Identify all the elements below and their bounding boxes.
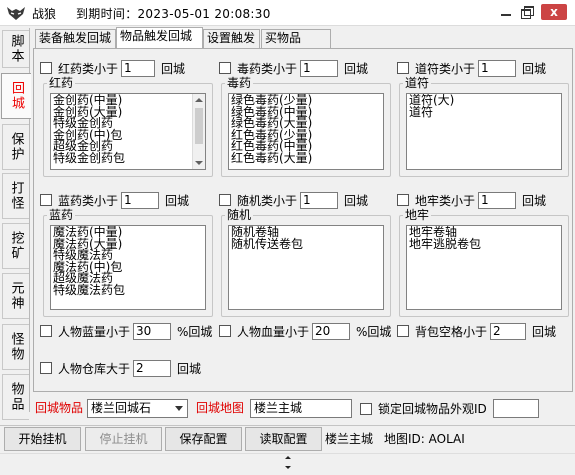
poison-input[interactable]: 1 bbox=[300, 59, 339, 77]
poison-checkbox[interactable] bbox=[219, 62, 231, 74]
lock-appearance-row: 锁定回城物品外观ID bbox=[360, 399, 487, 418]
mp-checkbox[interactable] bbox=[40, 325, 52, 337]
title-bar: 战狼 到期时间：2023-05-01 20:08:30 x bbox=[0, 0, 575, 26]
dungeon-list[interactable]: 地牢卷轴 地牢逃脱卷包 bbox=[406, 225, 562, 310]
side-tab-script[interactable]: 脚本 bbox=[2, 30, 29, 68]
random-checkbox[interactable] bbox=[219, 194, 231, 206]
hp-checkbox[interactable] bbox=[219, 325, 231, 337]
red-potion-group: 红药 金创药(中量) 金创药(大量) 特级金创药 金创药(中)包 超级金创药 特… bbox=[43, 76, 213, 177]
blue-potion-list[interactable]: 魔法药(中量) 魔法药(大量) 特级魔法药 魔法药(中)包 超级魔法药 特级魔法… bbox=[50, 225, 206, 310]
storage-input[interactable]: 2 bbox=[133, 359, 172, 377]
appearance-id-input[interactable] bbox=[493, 399, 539, 418]
side-tab-protect[interactable]: 保护 bbox=[2, 124, 29, 170]
storage-threshold-row: 人物仓库大于 2 回城 bbox=[40, 359, 201, 377]
storage-checkbox[interactable] bbox=[40, 362, 52, 374]
side-tab-monster[interactable]: 怪物 bbox=[2, 324, 29, 370]
side-tab-return[interactable]: 回城 bbox=[1, 73, 31, 119]
bag-threshold-row: 背包空格小于 2 回城 bbox=[397, 322, 556, 340]
list-item[interactable]: 地牢逃脱卷包 bbox=[409, 238, 559, 251]
side-tab-spirit[interactable]: 元神 bbox=[2, 273, 29, 319]
red-potion-threshold-row: 红药类小于 1 回城 bbox=[40, 59, 185, 77]
red-potion-checkbox[interactable] bbox=[40, 62, 52, 74]
talisman-input[interactable]: 1 bbox=[478, 59, 517, 77]
collapse-bar[interactable] bbox=[0, 453, 575, 463]
scroll-up-icon[interactable] bbox=[195, 98, 203, 102]
dungeon-input[interactable]: 1 bbox=[478, 191, 517, 209]
side-tab-fight[interactable]: 打怪 bbox=[2, 173, 29, 219]
chevron-up-icon[interactable] bbox=[285, 456, 291, 459]
lock-appearance-checkbox[interactable] bbox=[360, 402, 372, 415]
list-item[interactable]: 道符 bbox=[409, 106, 559, 119]
poison-threshold-row: 毒药类小于 1 回城 bbox=[219, 59, 368, 77]
save-config-button[interactable]: 保存配置 bbox=[165, 427, 242, 451]
minimize-icon[interactable] bbox=[499, 5, 513, 19]
random-group: 随机 随机卷轴 随机传送卷包 bbox=[221, 208, 391, 317]
poison-group: 毒药 绿色毒药(少量) 绿色毒药(中量) 绿色毒药(大量) 红色毒药(少量) 红… bbox=[221, 76, 391, 177]
poison-list[interactable]: 绿色毒药(少量) 绿色毒药(中量) 绿色毒药(大量) 红色毒药(少量) 红色毒药… bbox=[228, 93, 384, 170]
divider bbox=[0, 425, 575, 426]
side-tab-mine[interactable]: 挖矿 bbox=[2, 223, 29, 269]
blue-potion-input[interactable]: 1 bbox=[121, 191, 160, 209]
app-title: 战狼 bbox=[32, 7, 57, 21]
expand-bar[interactable] bbox=[0, 463, 575, 475]
side-tab-strip: 脚本 回城 保护 打怪 挖矿 元神 怪物 物品 bbox=[0, 28, 31, 420]
blue-potion-checkbox[interactable] bbox=[40, 194, 52, 206]
restore-icon[interactable] bbox=[520, 5, 534, 19]
hp-input[interactable]: 20 bbox=[312, 322, 351, 340]
tab-settings-trigger[interactable]: 设置触发 bbox=[203, 29, 260, 48]
dungeon-checkbox[interactable] bbox=[397, 194, 409, 206]
scroll-down-icon[interactable] bbox=[195, 161, 203, 165]
return-map-field[interactable]: 楼兰主城 bbox=[250, 399, 352, 418]
random-list[interactable]: 随机卷轴 随机传送卷包 bbox=[228, 225, 384, 310]
talisman-checkbox[interactable] bbox=[397, 62, 409, 74]
stop-button[interactable]: 停止挂机 bbox=[85, 427, 162, 451]
mp-threshold-row: 人物蓝量小于 30 %回城 bbox=[40, 322, 212, 340]
return-item-label: 回城物品 bbox=[35, 401, 84, 415]
list-item[interactable]: 特级金创药包 bbox=[53, 152, 203, 165]
list-item[interactable]: 随机传送卷包 bbox=[231, 238, 381, 251]
current-location: 楼兰主城 bbox=[325, 432, 374, 446]
blue-potion-group: 蓝药 魔法药(中量) 魔法药(大量) 特级魔法药 魔法药(中)包 超级魔法药 特… bbox=[43, 208, 213, 317]
close-button[interactable]: x bbox=[541, 4, 567, 20]
tab-buy-items[interactable]: 买物品 bbox=[261, 29, 331, 48]
mp-input[interactable]: 30 bbox=[133, 322, 172, 340]
wolf-logo-icon bbox=[7, 7, 25, 20]
random-input[interactable]: 1 bbox=[300, 191, 339, 209]
bag-input[interactable]: 2 bbox=[490, 322, 527, 340]
dungeon-group: 地牢 地牢卷轴 地牢逃脱卷包 bbox=[399, 208, 569, 317]
expiry-time: 到期时间：2023-05-01 20:08:30 bbox=[76, 7, 271, 21]
hp-threshold-row: 人物血量小于 20 %回城 bbox=[219, 322, 391, 340]
tab-equipment-return[interactable]: 装备触发回城 bbox=[35, 29, 116, 48]
random-threshold-row: 随机类小于 1 回城 bbox=[219, 191, 368, 209]
load-config-button[interactable]: 读取配置 bbox=[245, 427, 322, 451]
start-button[interactable]: 开始挂机 bbox=[4, 427, 81, 451]
talisman-threshold-row: 道符类小于 1 回城 bbox=[397, 59, 546, 77]
bag-checkbox[interactable] bbox=[397, 325, 409, 337]
talisman-list[interactable]: 道符(大) 道符 bbox=[406, 93, 562, 170]
chevron-down-icon[interactable] bbox=[171, 400, 187, 417]
tab-panel: 红药类小于 1 回城 毒药类小于 1 回城 道符类小于 1 回城 红药 金创药(… bbox=[33, 48, 573, 392]
blue-potion-threshold-row: 蓝药类小于 1 回城 bbox=[40, 191, 189, 209]
scroll-thumb[interactable] bbox=[195, 108, 203, 144]
list-scrollbar[interactable] bbox=[192, 94, 205, 169]
talisman-group: 道符 道符(大) 道符 bbox=[399, 76, 569, 177]
red-potion-input[interactable]: 1 bbox=[121, 59, 156, 77]
red-potion-list[interactable]: 金创药(中量) 金创药(大量) 特级金创药 金创药(中)包 超级金创药 特级金创… bbox=[50, 93, 206, 170]
return-item-select[interactable]: 楼兰回城石 bbox=[87, 399, 188, 418]
list-item[interactable]: 红色毒药(大量) bbox=[231, 152, 381, 165]
list-item[interactable]: 特级魔法药包 bbox=[53, 284, 203, 297]
side-tab-item[interactable]: 物品 bbox=[2, 374, 29, 420]
dungeon-threshold-row: 地牢类小于 1 回城 bbox=[397, 191, 546, 209]
map-id: 地图ID: AOLAI bbox=[384, 432, 465, 446]
return-map-label: 回城地图 bbox=[196, 401, 245, 415]
tab-item-return[interactable]: 物品触发回城 bbox=[116, 27, 203, 48]
chevron-down-icon[interactable] bbox=[285, 466, 291, 469]
